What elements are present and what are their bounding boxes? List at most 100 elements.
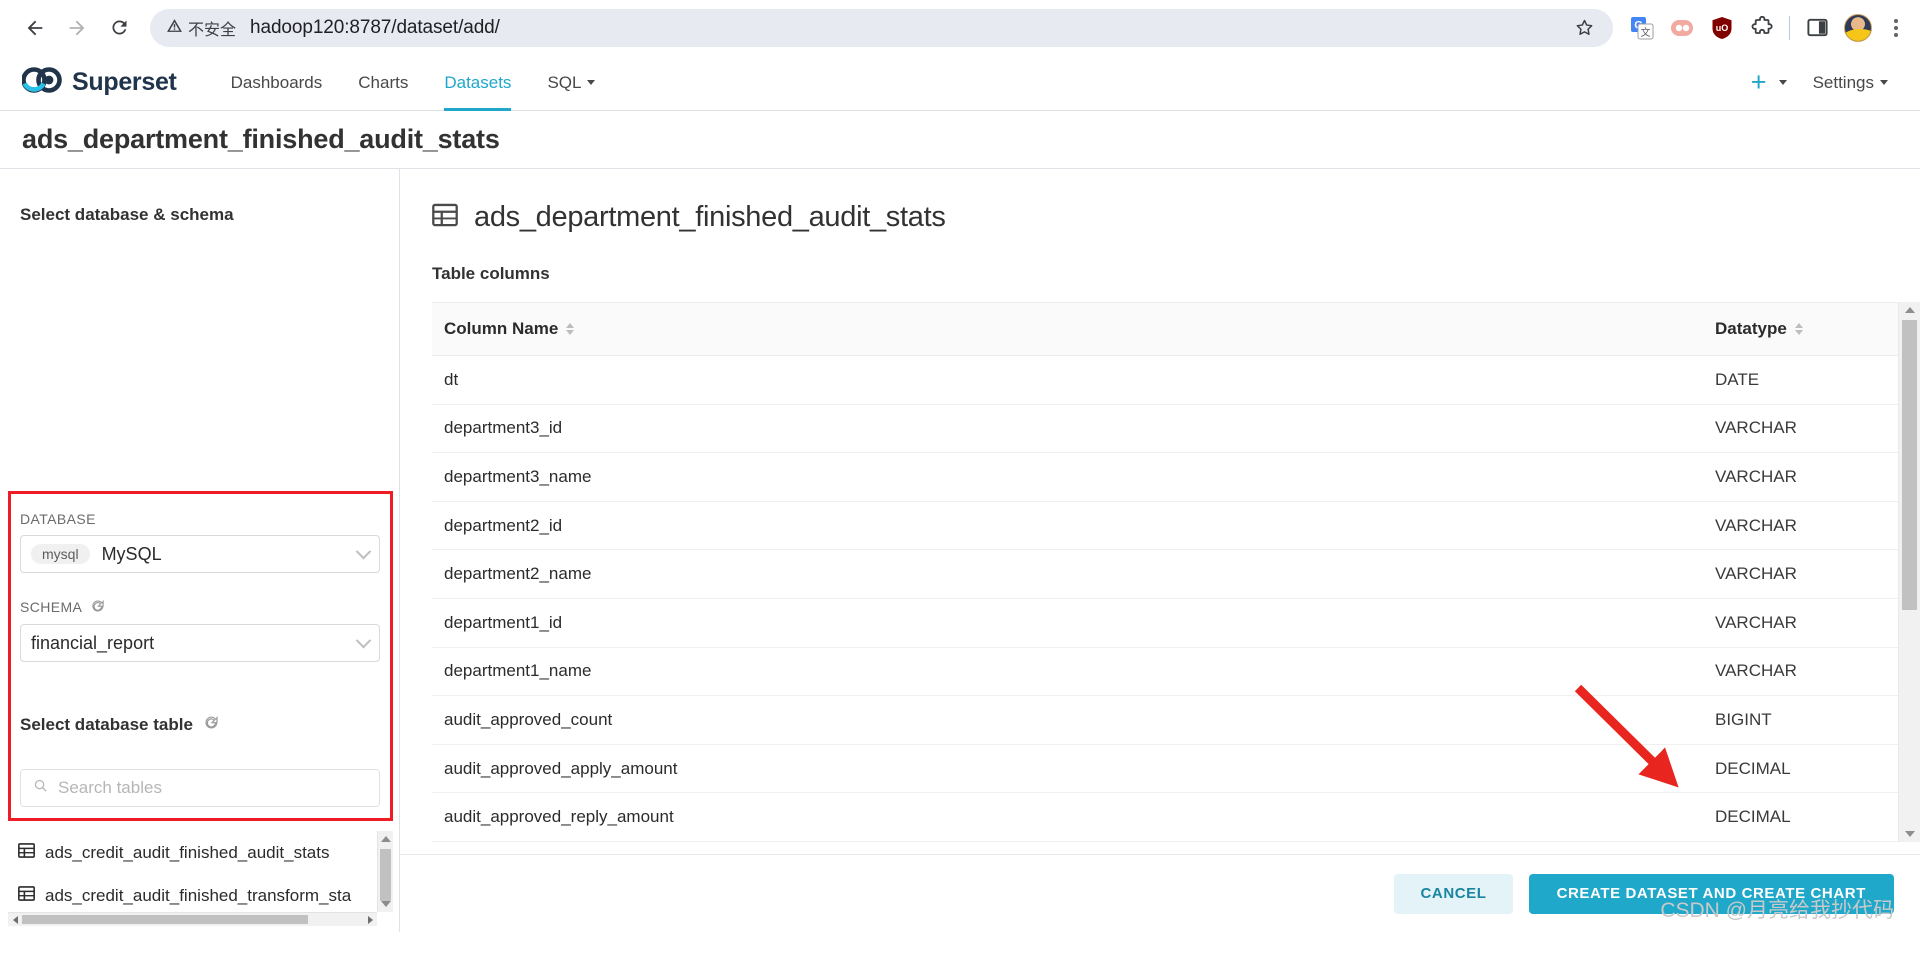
table-row: audit_approved_apply_amount DECIMAL <box>432 744 1898 794</box>
search-input[interactable] <box>58 778 367 798</box>
side-panel-icon[interactable] <box>1804 15 1830 41</box>
cell-column-name: department3_id <box>432 404 1703 454</box>
navbar-right: + Settings <box>1751 69 1898 96</box>
chevron-down-icon <box>355 632 372 648</box>
columns-table-wrapper: Column Name Datatype dt DATE department3… <box>432 302 1920 842</box>
columns-table-scrollbar[interactable] <box>1898 302 1920 842</box>
column-header-label: Column Name <box>444 319 559 338</box>
cell-column-name: department1_name <box>432 647 1703 697</box>
scroll-up-icon[interactable] <box>378 831 393 847</box>
new-menu-button[interactable]: + <box>1751 69 1787 96</box>
nav-label: Datasets <box>444 72 512 92</box>
forward-button[interactable] <box>56 7 98 49</box>
list-item-label: ads_credit_audit_finished_transform_sta <box>45 885 352 905</box>
list-item[interactable]: ads_credit_audit_finished_audit_stats <box>8 831 377 874</box>
kebab-menu-icon[interactable] <box>1886 15 1906 41</box>
sort-arrows-icon[interactable] <box>1794 323 1803 335</box>
table-row: audit_approved_reply_amount DECIMAL <box>432 792 1898 842</box>
page-title: ads_department_finished_audit_stats <box>22 124 500 154</box>
nav-links: Dashboards Charts Datasets SQL <box>213 55 614 111</box>
nav-item-sql[interactable]: SQL <box>529 55 613 111</box>
cell-datatype: VARCHAR <box>1703 647 1898 697</box>
right-panel: ads_department_finished_audit_stats Tabl… <box>400 169 1920 932</box>
settings-menu-button[interactable]: Settings <box>1813 73 1888 93</box>
refresh-icon[interactable] <box>203 714 219 735</box>
database-selected-value: MySQL <box>101 543 162 564</box>
scroll-up-icon[interactable] <box>1899 302 1920 318</box>
cell-datatype: DECIMAL <box>1703 744 1898 794</box>
select-database-table-heading: Select database table <box>20 714 219 735</box>
sort-arrows-icon[interactable] <box>566 323 575 335</box>
address-bar[interactable]: 不安全 hadoop120:8787/dataset/add/ <box>150 8 1613 47</box>
nav-item-dashboards[interactable]: Dashboards <box>213 55 341 111</box>
security-indicator[interactable]: 不安全 <box>166 16 236 40</box>
database-field: DATABASE mysql MySQL <box>20 511 380 573</box>
svg-text:文: 文 <box>1641 26 1651 39</box>
database-label: DATABASE <box>20 511 96 527</box>
table-row: department2_id VARCHAR <box>432 501 1898 551</box>
columns-table-head: Column Name Datatype <box>432 302 1898 356</box>
pink-dots-extension-icon[interactable] <box>1669 15 1695 41</box>
dataset-table-name: ads_department_finished_audit_stats <box>474 201 946 233</box>
cell-datatype: VARCHAR <box>1703 501 1898 551</box>
scroll-left-icon[interactable] <box>8 913 22 927</box>
avatar[interactable] <box>1844 13 1872 42</box>
list-item-label: ads_credit_audit_finished_audit_stats <box>45 842 330 862</box>
schema-select[interactable]: financial_report <box>20 624 380 662</box>
extensions-tray: G 文 uO <box>1621 13 1906 42</box>
brand[interactable]: Superset <box>21 67 177 98</box>
cell-datatype: DATE <box>1703 355 1898 405</box>
warning-triangle-icon <box>166 17 183 39</box>
table-grid-icon <box>18 885 35 907</box>
select-table-title: Select database table <box>20 714 193 734</box>
cell-column-name: department1_id <box>432 598 1703 648</box>
google-translate-icon[interactable]: G 文 <box>1629 15 1655 41</box>
database-select[interactable]: mysql MySQL <box>20 535 380 573</box>
column-header-name[interactable]: Column Name <box>432 302 1703 356</box>
ublock-origin-icon[interactable]: uO <box>1709 15 1735 41</box>
cell-column-name: dt <box>432 355 1703 405</box>
reload-button[interactable] <box>98 7 140 49</box>
security-label: 不安全 <box>188 21 237 39</box>
scrollbar-thumb[interactable] <box>1902 320 1917 610</box>
table-header-row: Column Name Datatype <box>432 302 1898 356</box>
cell-datatype: VARCHAR <box>1703 598 1898 648</box>
arrow-left-icon <box>24 17 46 39</box>
scrollbar-thumb[interactable] <box>380 849 391 901</box>
scroll-down-icon[interactable] <box>378 896 393 912</box>
list-item[interactable]: ads_credit_audit_finished_transform_sta <box>8 874 377 912</box>
url-text[interactable]: hadoop120:8787/dataset/add/ <box>250 17 1569 39</box>
table-list-vertical-scrollbar[interactable] <box>377 831 393 912</box>
columns-table: Column Name Datatype dt DATE department3… <box>432 302 1898 842</box>
chevron-down-icon <box>1880 80 1888 85</box>
watermark: CSDN @月亮给我抄代码 <box>1660 899 1894 922</box>
scroll-right-icon[interactable] <box>363 913 377 927</box>
star-icon[interactable] <box>1569 13 1599 43</box>
cancel-button[interactable]: CANCEL <box>1394 873 1513 914</box>
table-grid-icon <box>432 202 458 233</box>
column-header-datatype[interactable]: Datatype <box>1703 302 1898 356</box>
puzzle-extensions-icon[interactable] <box>1749 15 1775 41</box>
scrollbar-thumb[interactable] <box>22 915 308 924</box>
table-search-wrapper <box>20 769 380 807</box>
search-tables-box[interactable] <box>20 769 380 807</box>
cell-column-name: audit_approved_count <box>432 695 1703 745</box>
settings-label: Settings <box>1812 72 1874 92</box>
nav-item-charts[interactable]: Charts <box>340 55 426 111</box>
schema-field: SCHEMA financial_report <box>20 598 380 662</box>
nav-item-datasets[interactable]: Datasets <box>426 55 529 111</box>
back-button[interactable] <box>14 7 56 49</box>
table-list-horizontal-scrollbar[interactable] <box>8 912 377 926</box>
schema-label: SCHEMA <box>20 598 380 616</box>
table-row: audit_approved_count BIGINT <box>432 695 1898 745</box>
table-list[interactable]: ads_credit_audit_finished_audit_stats ad… <box>8 831 377 912</box>
cell-datatype: VARCHAR <box>1703 452 1898 502</box>
table-row: department1_id VARCHAR <box>432 598 1898 648</box>
search-icon <box>33 778 48 798</box>
page-header: ads_department_finished_audit_stats <box>0 111 1920 169</box>
scroll-down-icon[interactable] <box>1899 826 1920 842</box>
refresh-icon[interactable] <box>90 598 105 616</box>
table-row: department3_name VARCHAR <box>432 452 1898 502</box>
chevron-down-icon <box>587 80 596 85</box>
select-database-schema-heading: Select database & schema <box>20 205 234 224</box>
